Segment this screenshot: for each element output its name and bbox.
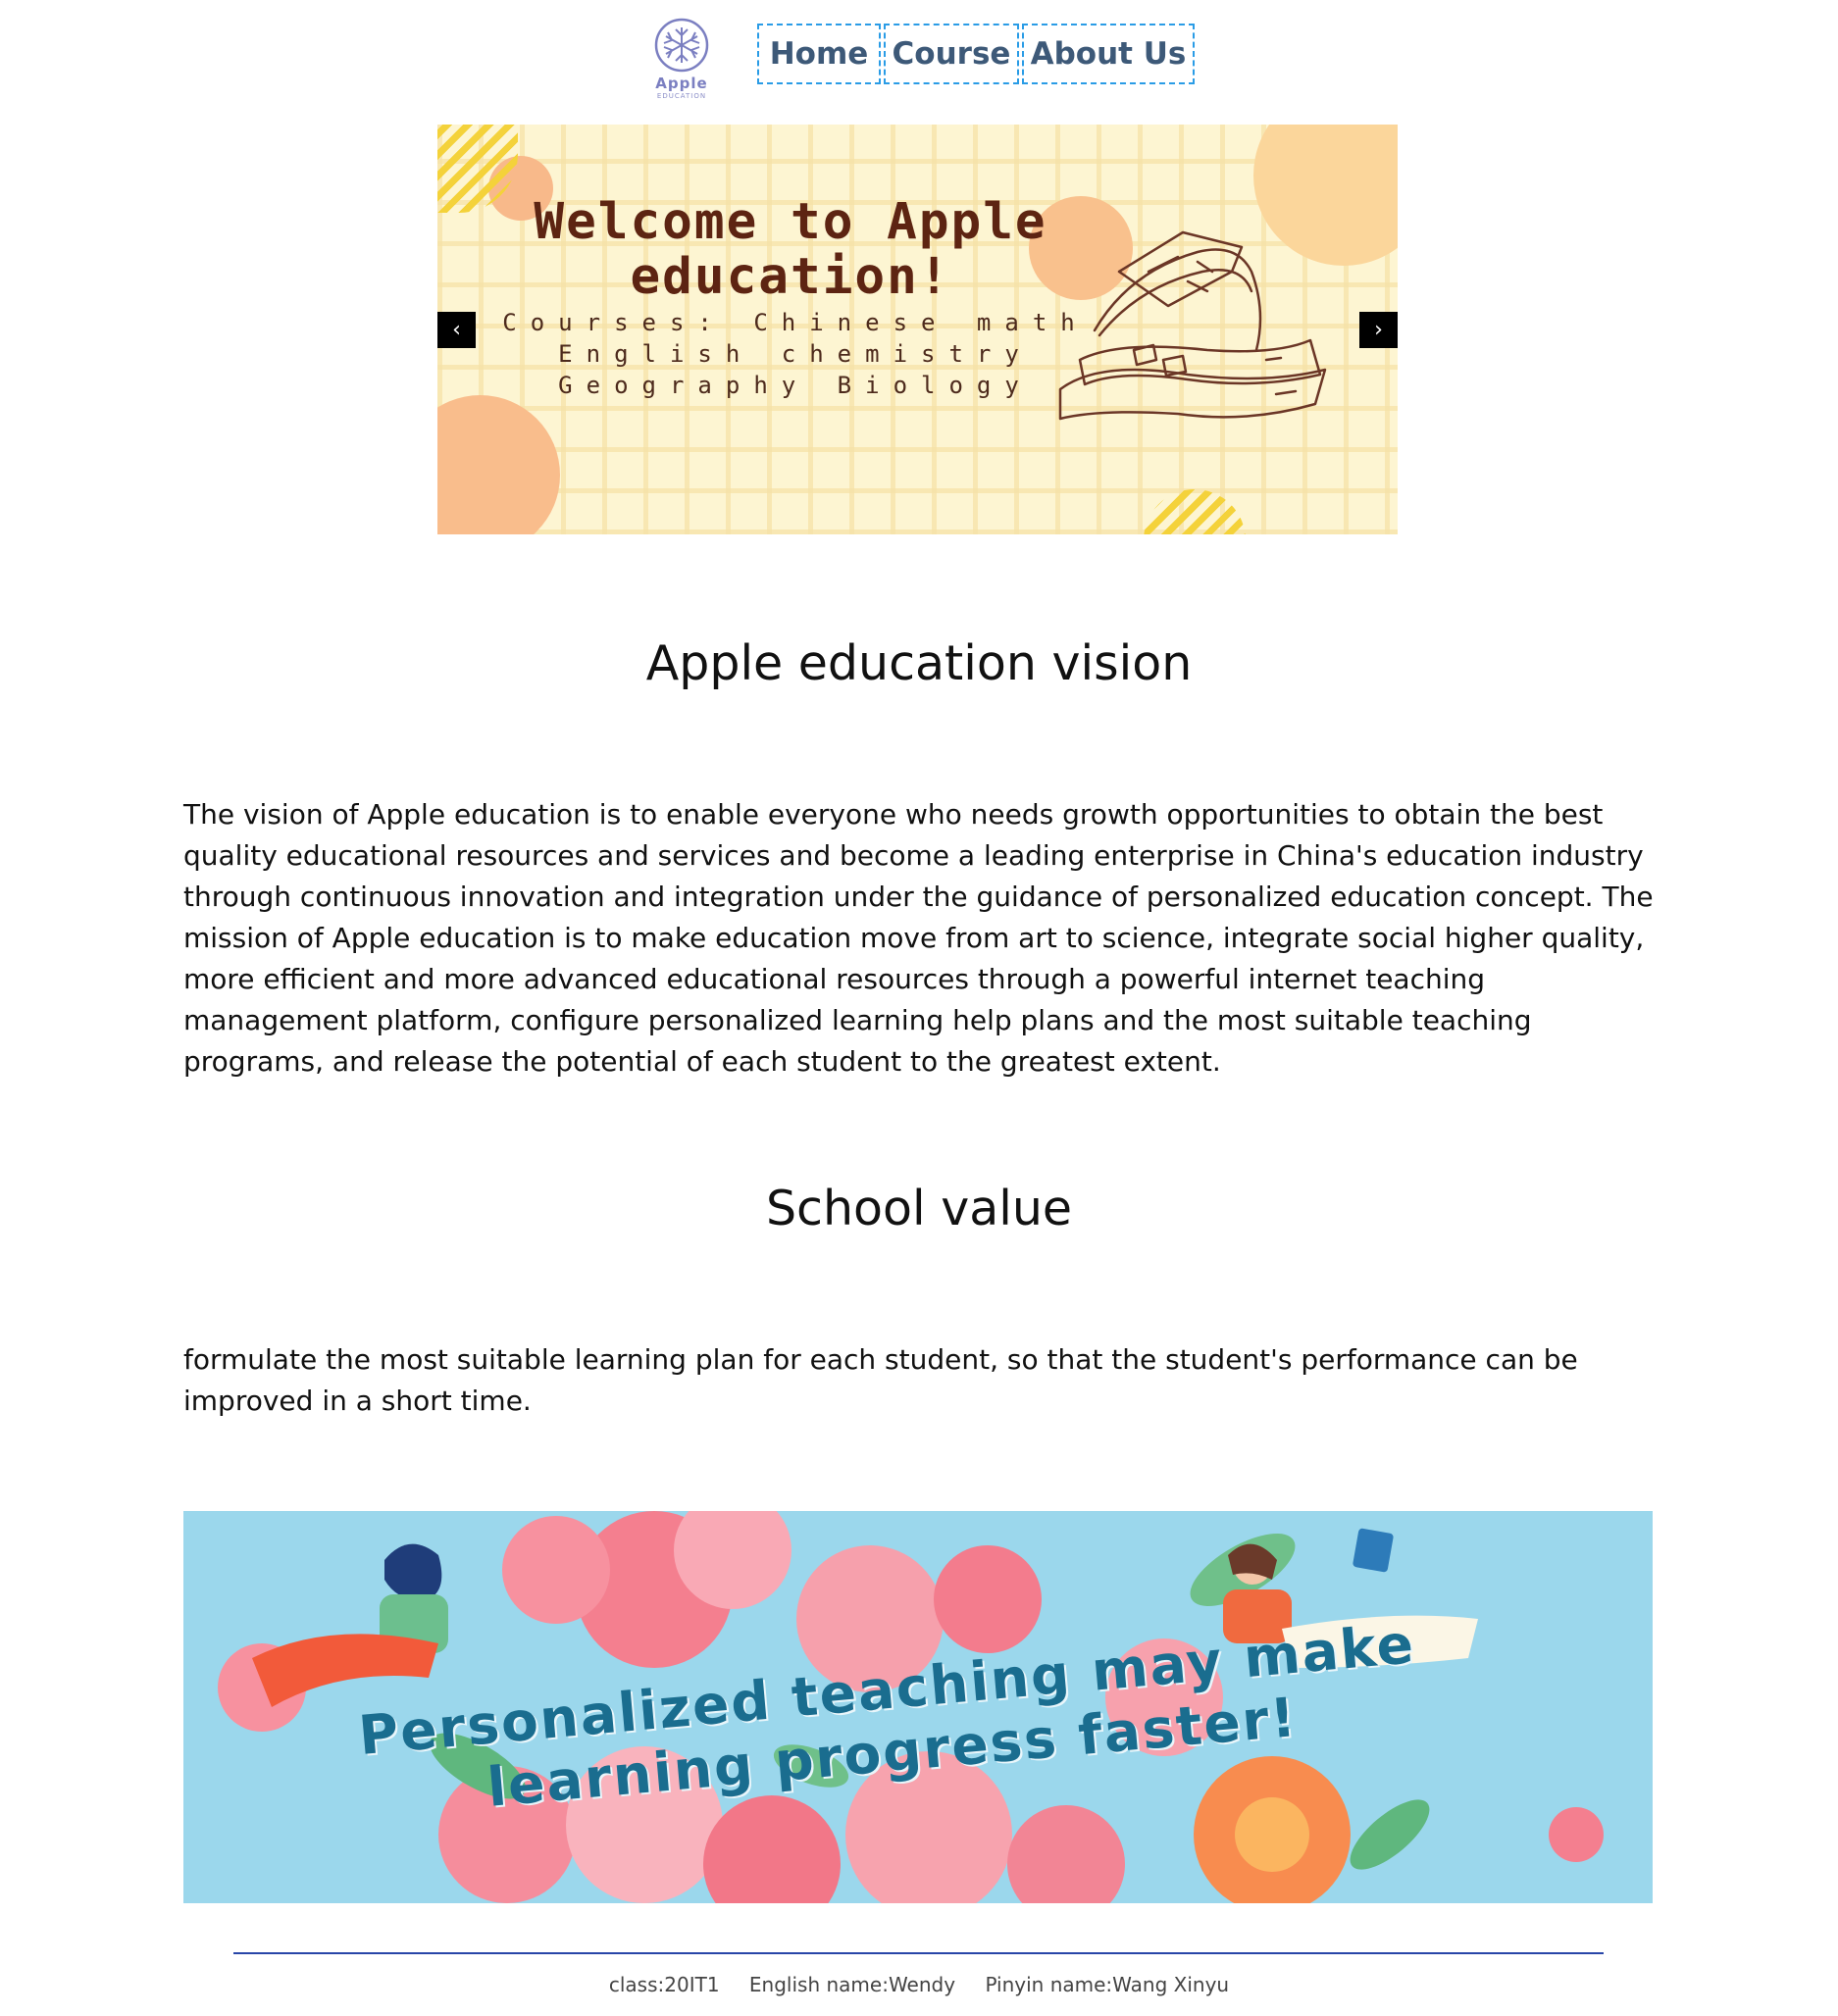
carousel-next-button[interactable]: › — [1359, 312, 1398, 348]
logo-brand-subtext: EDUCATION — [656, 92, 707, 100]
logo-brand-text: Apple — [655, 75, 708, 92]
footer-pinyin-name: Pinyin name:Wang Xinyu — [985, 1973, 1230, 1996]
carousel-subtitle-line: English chemistry — [558, 340, 1033, 368]
footer-divider — [233, 1952, 1604, 1954]
value-heading: School value — [765, 1181, 1073, 1236]
carousel-subtitle: Courses: Chinese math English chemistry … — [457, 307, 1134, 401]
hero-carousel: Welcome to Apple education! Courses: Chi… — [437, 125, 1398, 534]
carousel-subtitle-line: Courses: Chinese math — [502, 309, 1089, 336]
carousel-subtitle-line: Geography Biology — [558, 372, 1033, 399]
nav-about-us-link[interactable]: About Us — [1022, 24, 1195, 84]
vision-heading: Apple education vision — [645, 635, 1193, 691]
value-paragraph: formulate the most suitable learning pla… — [183, 1343, 1578, 1417]
snowflake-logo-icon — [654, 18, 709, 73]
footer: class:20IT1 English name:Wendy Pinyin na… — [0, 1973, 1838, 1996]
nav-home-link[interactable]: Home — [757, 24, 881, 84]
promo-banner: Personalized teaching may make learning … — [183, 1511, 1653, 1903]
carousel-prev-button[interactable]: ‹ — [437, 312, 476, 348]
logo[interactable]: Apple EDUCATION — [649, 18, 714, 106]
footer-english-name: English name:Wendy — [748, 1973, 956, 1996]
nav-course-link[interactable]: Course — [884, 24, 1019, 84]
vision-paragraph: The vision of Apple education is to enab… — [183, 798, 1654, 1078]
footer-class: class:20IT1 — [608, 1973, 720, 1996]
main-nav: Home Course About Us — [757, 24, 1198, 88]
carousel-title: Welcome to Apple education! — [534, 193, 1047, 306]
